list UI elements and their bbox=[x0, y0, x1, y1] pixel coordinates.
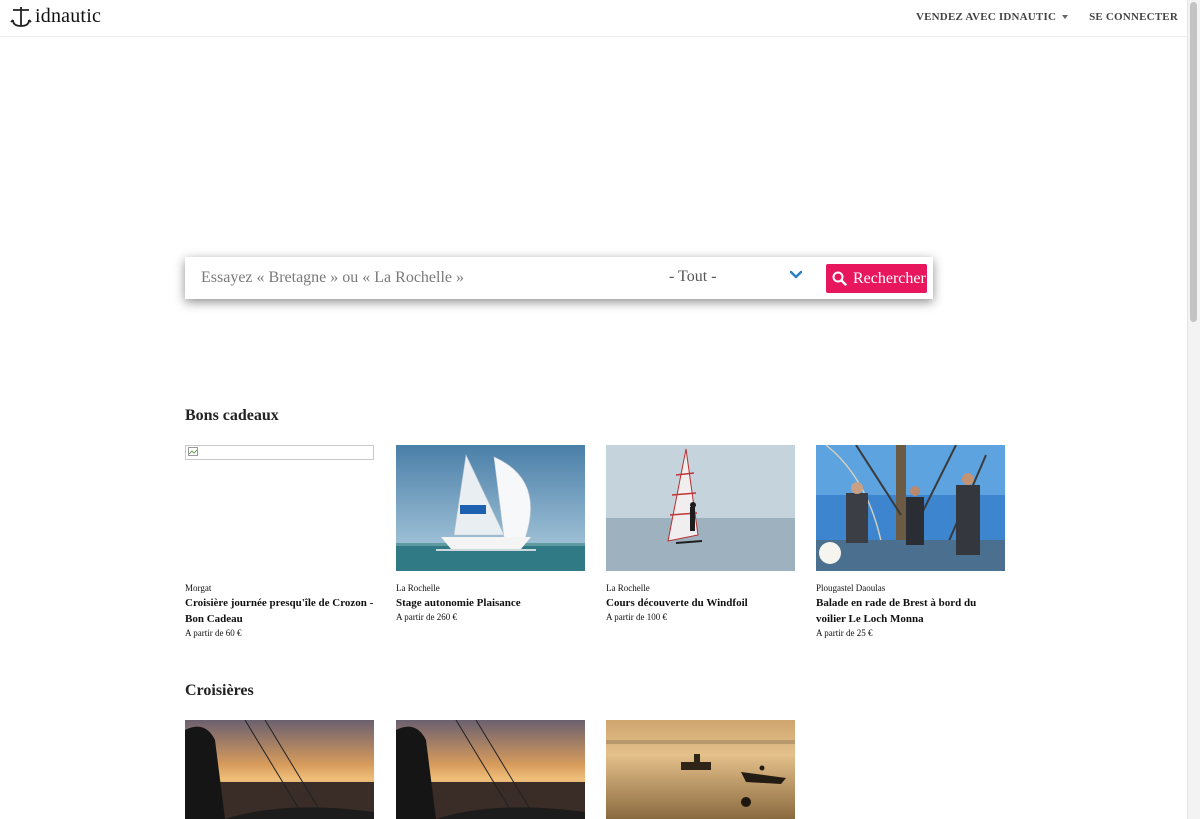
scrollbar-thumb[interactable] bbox=[1190, 2, 1197, 322]
listing-card[interactable] bbox=[396, 720, 585, 819]
listing-image-old-sailboat-crew[interactable] bbox=[816, 445, 1005, 571]
search-input[interactable] bbox=[185, 257, 656, 299]
listing-card[interactable] bbox=[606, 720, 795, 819]
listing-image-harbour-dawn[interactable] bbox=[606, 720, 795, 819]
caret-down-icon bbox=[1062, 15, 1069, 20]
section-title-cruises: Croisières bbox=[185, 682, 254, 699]
listing-location: Plougastel Daoulas bbox=[816, 583, 886, 593]
listing-card[interactable] bbox=[185, 720, 374, 819]
sailboat-photo bbox=[396, 445, 585, 571]
listing-title[interactable]: Cours découverte du Windfoil bbox=[606, 595, 795, 611]
harbour-dawn-photo bbox=[606, 720, 795, 819]
top-nav: VENDEZ AVEC IDNAUTIC SE CONNECTER bbox=[916, 11, 1178, 23]
listing-image-sailboat[interactable] bbox=[396, 445, 585, 571]
section-title-gift-vouchers: Bons cadeaux bbox=[185, 407, 279, 424]
listing-image-sunset-deck[interactable] bbox=[185, 720, 374, 819]
sell-with-idnautic-dropdown[interactable]: VENDEZ AVEC IDNAUTIC bbox=[915, 11, 1069, 23]
search-button-label: Rechercher bbox=[853, 269, 926, 287]
listing-location: La Rochelle bbox=[396, 583, 440, 593]
listing-image-windfoil[interactable] bbox=[606, 445, 795, 571]
crew-photo bbox=[816, 445, 1005, 571]
listing-location: La Rochelle bbox=[606, 583, 650, 593]
chevron-down-icon bbox=[790, 270, 802, 279]
windfoil-photo bbox=[606, 445, 795, 571]
listing-price: A partir de 100 € bbox=[606, 612, 667, 622]
logo[interactable]: idnautic bbox=[10, 5, 101, 28]
listing-card[interactable]: La Rochelle Stage autonomie Plaisance A … bbox=[396, 445, 585, 622]
listing-price: A partir de 260 € bbox=[396, 612, 457, 622]
listing-card[interactable]: Morgat Croisière journée presqu'île de C… bbox=[185, 445, 374, 638]
broken-image-placeholder bbox=[185, 445, 374, 460]
sunset-deck-photo bbox=[396, 720, 585, 819]
listing-location: Morgat bbox=[185, 583, 212, 593]
page-scrollbar[interactable] bbox=[1187, 0, 1200, 819]
login-link[interactable]: SE CONNECTER bbox=[1089, 11, 1178, 23]
listing-price: A partir de 25 € bbox=[816, 628, 873, 638]
top-navbar: idnautic VENDEZ AVEC IDNAUTIC SE CONNECT… bbox=[0, 0, 1188, 37]
search-icon bbox=[832, 271, 847, 286]
search-button[interactable]: Rechercher bbox=[826, 264, 927, 293]
listing-card[interactable]: La Rochelle Cours découverte du Windfoil… bbox=[606, 445, 795, 622]
category-select-value: - Tout - bbox=[669, 268, 717, 285]
sunset-deck-photo bbox=[185, 720, 374, 819]
listing-image-broken[interactable] bbox=[185, 445, 374, 571]
listing-image-sunset-deck[interactable] bbox=[396, 720, 585, 819]
anchor-logo-icon bbox=[10, 6, 32, 27]
search-bar: - Tout - Rechercher bbox=[185, 257, 933, 299]
logo-text: idnautic bbox=[35, 5, 102, 27]
sell-with-idnautic-label: VENDEZ AVEC IDNAUTIC bbox=[915, 11, 1057, 23]
listing-price: A partir de 60 € bbox=[185, 628, 242, 638]
broken-image-icon bbox=[188, 447, 198, 456]
listing-title[interactable]: Croisière journée presqu'île de Crozon -… bbox=[185, 595, 374, 627]
listing-title[interactable]: Stage autonomie Plaisance bbox=[396, 595, 585, 611]
listing-card[interactable]: Plougastel Daoulas Balade en rade de Bre… bbox=[816, 445, 1005, 638]
listing-title[interactable]: Balade en rade de Brest à bord du voilie… bbox=[816, 595, 1005, 627]
